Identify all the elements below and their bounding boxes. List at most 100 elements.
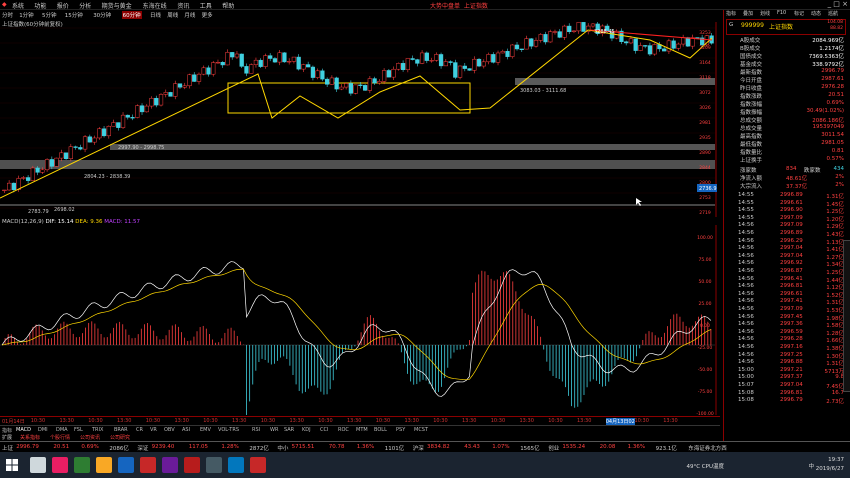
bottom-tab[interactable]: 公司研究 [110,434,130,441]
candle-body [268,55,273,59]
period-tab[interactable]: 5分钟 [42,11,57,19]
candle-body [438,54,444,67]
price-axis-label: 3209 [699,45,711,51]
period-tab[interactable]: 更多 [202,11,213,19]
period-tab[interactable]: 月线 [184,11,195,19]
candle-body [505,51,510,57]
candle-body [434,54,439,61]
menu-item[interactable]: 期货与黄金 [102,1,132,10]
tick-price: 2997.25 [780,351,803,358]
stat-row: 总成交量 195397049 [724,124,844,132]
tick-time: 15:08 [738,389,754,396]
bottom-tab[interactable]: 扩展 [2,434,12,441]
status-item: 1.28% [221,444,239,450]
stock-app-icon[interactable] [184,457,200,473]
stat-row: 指数涨幅 0.69% [724,100,844,108]
time-label: 04月13日02 [605,418,635,425]
bottom-tab[interactable]: 关系指标 [20,434,40,441]
tick-price: 2996.92 [780,260,803,267]
clock-time: 19:37 [828,457,844,463]
candle-body [329,77,335,85]
tick-time: 14:56 [738,237,754,244]
menu-item[interactable]: 工具 [200,1,212,10]
stat-key: 基金成交 [740,62,763,68]
bottom-tab[interactable]: 公司资讯 [80,434,100,441]
time-label: 13:30 [59,418,74,424]
media-player-icon[interactable] [52,457,68,473]
candle-body [11,182,16,190]
edge-browser-icon[interactable] [30,457,46,473]
candle-body [149,97,154,107]
candle-body [97,128,102,139]
price-axis-label: 3118 [699,75,711,81]
chart-annotation: 2698.02 [54,207,75,213]
candle-body [59,152,64,159]
tick-row: 14:55 2996.61 1.45亿 [738,200,844,208]
stat-key: B股成交 [740,46,761,52]
stat-key: A股成交 [740,38,761,44]
menu-item[interactable]: 帮助 [222,1,234,10]
candle-body [571,30,577,33]
symbol-header[interactable]: G 999999 上证指数 104.08 88.82 [726,19,846,35]
app3-icon[interactable] [250,457,266,473]
folder-icon[interactable] [96,457,112,473]
candle-body [135,105,140,118]
candle-body [168,92,173,97]
menu-item[interactable]: 报价 [57,1,69,10]
right-top-tab[interactable]: 动态 [811,10,821,17]
status-item: 1565亿 [520,446,540,452]
candle-body [552,31,558,33]
candle-body [624,41,629,44]
macd-axis-label: 0.00 [700,323,710,329]
windows-start-icon[interactable] [6,459,18,471]
menu-item[interactable]: 分析 [79,1,91,10]
candle-body [633,38,638,51]
candle-body [49,159,54,167]
candle-body [144,105,149,113]
window-controls[interactable]: _ □ × [828,0,848,8]
browser-icon[interactable] [118,457,134,473]
stat-value: 1.2174亿 [819,46,844,52]
right-top-tab[interactable]: 划线 [760,10,770,17]
input-language[interactable]: 中 [808,462,814,470]
macd-chart[interactable]: 100.00 75.00 50.00 25.00 0.00 -25.00 -50.00 -75… [0,225,720,415]
period-tab[interactable]: 1分钟 [19,11,34,19]
menu-item[interactable]: 功能 [34,1,46,10]
bottom-tab[interactable]: 个股行情 [50,434,70,441]
app2-icon[interactable] [228,457,244,473]
candle-body [130,117,135,119]
period-tab[interactable]: 分时 [2,11,13,19]
player-icon[interactable] [162,457,178,473]
period-tab[interactable]: 15分钟 [65,11,83,19]
right-top-tab[interactable]: 标记 [794,10,804,17]
right-top-tab[interactable]: 叠加 [743,10,753,17]
period-tab[interactable]: 30分钟 [93,11,111,19]
candle-body [362,85,368,91]
candle-body [457,65,463,78]
tick-price: 2996.28 [780,336,803,343]
candle-body [396,63,401,70]
tick-time: 14:56 [738,351,754,358]
right-top-tab[interactable]: 巡航 [828,10,838,17]
period-tab[interactable]: 60分钟 [121,11,142,19]
period-tab[interactable]: 周线 [167,11,178,19]
candle-body [282,52,287,63]
menu-item[interactable]: 系统 [12,1,24,10]
menu-item[interactable]: 东海在线 [143,1,167,10]
stat-key: 指数涨幅 [740,102,763,108]
tick-row: 15:00 2997.37 9.8 [738,374,844,381]
cpu-temp: 49°C CPU温度 [686,464,724,470]
period-tab[interactable]: 日线 [150,11,161,19]
tick-time: 14:56 [738,359,754,366]
right-top-tab[interactable]: F10 [777,10,786,16]
right-top-tab[interactable]: 指标 [726,10,736,17]
menu-item[interactable]: 资讯 [177,1,189,10]
candle-body [647,45,653,55]
tick-row: 15:07 2997.04 7.45亿 [738,382,844,390]
app-icon[interactable] [206,457,222,473]
game-icon[interactable] [74,457,90,473]
qq-icon[interactable] [140,457,156,473]
side-scrollbar[interactable] [842,240,850,392]
candle-body [154,97,159,106]
main-candlestick-chart[interactable]: 3083.03 - 3111.68 2997.90 - 2998.75 2804.2… [0,22,720,217]
